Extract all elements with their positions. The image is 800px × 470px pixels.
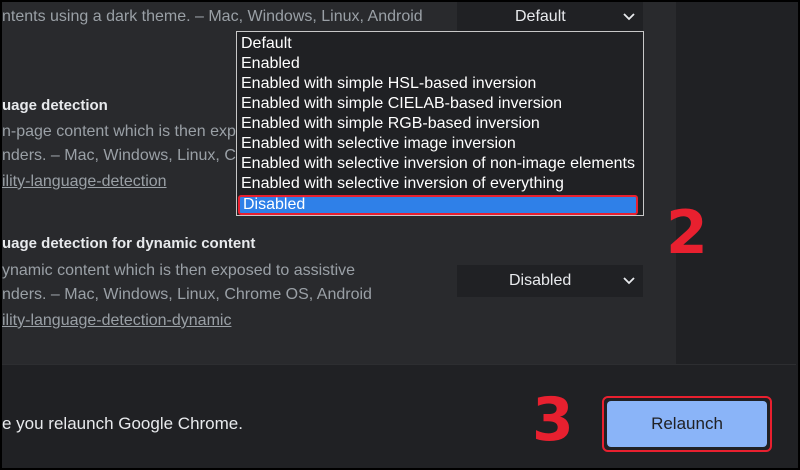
- flag-dark-mode-description: ntents using a dark theme. – Mac, Window…: [2, 8, 423, 25]
- dropdown-option[interactable]: Default: [241, 34, 292, 54]
- relaunch-button[interactable]: Relaunch: [607, 401, 767, 447]
- flag-language-detection-dynamic-description-1: ynamic content which is then exposed to …: [2, 262, 356, 279]
- dropdown-option[interactable]: Enabled with selective image inversion: [241, 134, 516, 154]
- dropdown-option[interactable]: Enabled with selective inversion of ever…: [241, 174, 564, 194]
- flag-language-detection-dynamic-select[interactable]: Disabled: [457, 265, 643, 297]
- flag-dark-mode-dropdown-list: Default Enabled Enabled with simple HSL-…: [236, 31, 644, 216]
- chevron-down-icon: [623, 13, 635, 21]
- right-margin: [676, 2, 796, 364]
- flag-language-detection-link[interactable]: ility-language-detection: [2, 173, 167, 191]
- flag-language-detection-description-2: nders. – Mac, Windows, Linux, Ch: [2, 147, 245, 164]
- chevron-down-icon: [623, 277, 635, 285]
- step-2-annotation: 2: [666, 198, 708, 268]
- dropdown-option[interactable]: Enabled with simple CIELAB-based inversi…: [241, 94, 562, 114]
- flag-language-detection-dynamic-link[interactable]: ility-language-detection-dynamic: [2, 312, 231, 330]
- relaunch-message: e you relaunch Google Chrome.: [2, 414, 243, 433]
- flag-dark-mode-select[interactable]: Default: [457, 2, 643, 32]
- flag-language-detection-dynamic-title: uage detection for dynamic content: [2, 235, 256, 252]
- step-3-annotation: 3: [532, 385, 574, 455]
- flag-dark-mode-select-value: Default: [515, 8, 566, 25]
- flag-language-detection-dynamic-description-2: nders. – Mac, Windows, Linux, Chrome OS,…: [2, 286, 372, 303]
- flag-language-detection-title: uage detection: [2, 97, 108, 114]
- dropdown-option[interactable]: Enabled with simple RGB-based inversion: [241, 114, 540, 134]
- dropdown-option[interactable]: Enabled: [241, 54, 300, 74]
- flag-language-detection-dynamic-select-value: Disabled: [509, 272, 572, 289]
- flag-language-detection-description-1: n-page content which is then expo: [2, 123, 245, 140]
- dropdown-option-selected[interactable]: Disabled: [238, 195, 638, 215]
- dropdown-option[interactable]: Enabled with simple HSL-based inversion: [241, 74, 536, 94]
- dropdown-option[interactable]: Enabled with selective inversion of non-…: [241, 154, 635, 174]
- relaunch-highlight: Relaunch: [602, 396, 772, 452]
